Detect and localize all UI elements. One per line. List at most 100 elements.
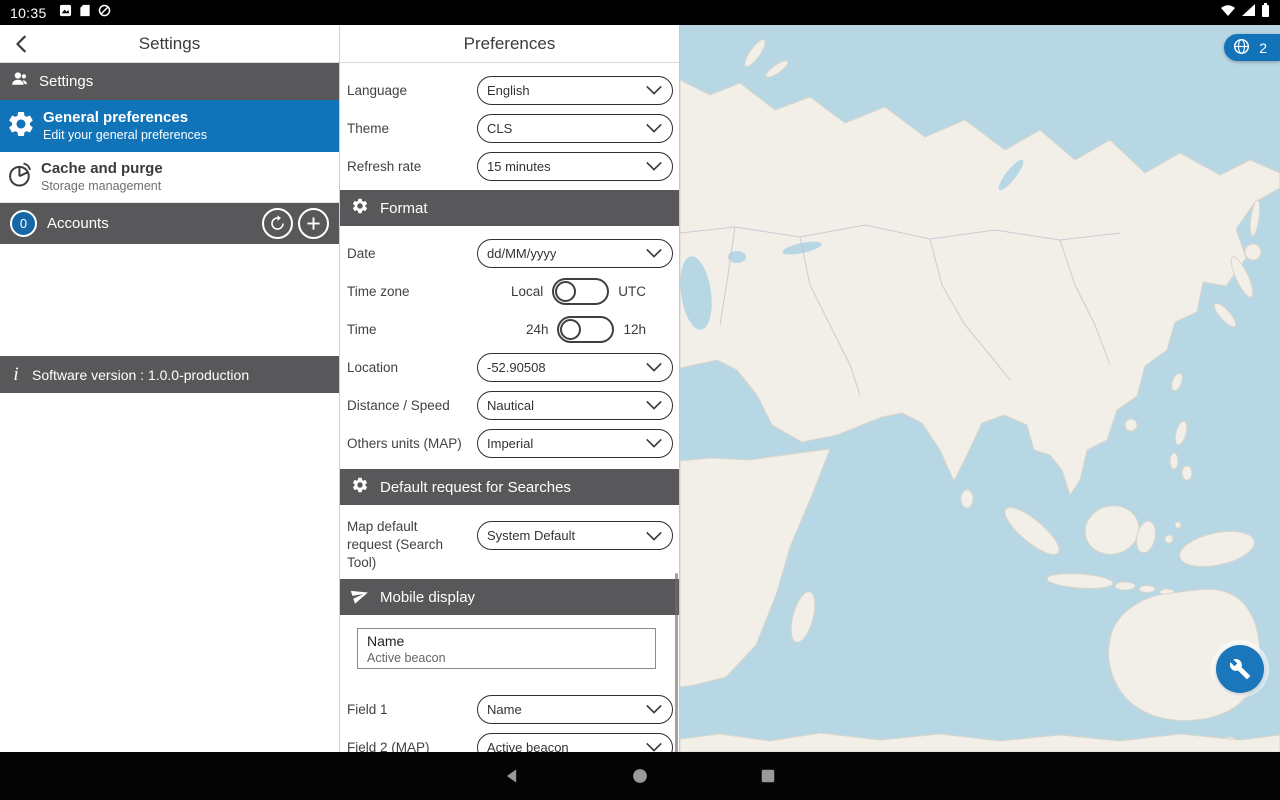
wrench-icon [1229, 658, 1251, 680]
chevron-down-icon [645, 361, 663, 373]
theme-label: Theme [347, 121, 393, 136]
mobile-display-section-bar: Mobile display [340, 579, 679, 615]
refresh-rate-label: Refresh rate [347, 159, 425, 174]
plus-icon [306, 216, 321, 231]
pref-row-theme: Theme CLS [347, 109, 673, 147]
settings-panel-spacer [0, 244, 339, 356]
location-format-select[interactable]: -52.90508 [477, 353, 673, 382]
distance-speed-label: Distance / Speed [347, 398, 454, 413]
time-zone-right-option: UTC [618, 284, 646, 299]
chevron-down-icon [645, 122, 663, 134]
menu-item-subtitle: Edit your general preferences [43, 128, 207, 143]
toggle-knob [560, 319, 581, 340]
map-panel[interactable]: 2 [680, 25, 1280, 752]
send-icon [351, 586, 369, 608]
pie-chart-icon [6, 161, 34, 194]
map-tools-fab[interactable] [1216, 645, 1264, 693]
chevron-down-icon [645, 741, 663, 752]
preferences-title: Preferences [464, 34, 556, 54]
menu-item-subtitle: Storage management [41, 179, 163, 194]
preferences-panel: Preferences Language English Theme CLS R… [340, 25, 680, 752]
time-label: Time [347, 322, 381, 337]
pref-row-time: Time 24h 12h [347, 310, 673, 348]
gear-icon [351, 476, 369, 498]
date-label: Date [347, 246, 380, 261]
nav-home-icon [630, 766, 650, 786]
back-arrow-icon [11, 33, 33, 55]
pref-row-date: Date dd/MM/yyyy [347, 234, 673, 272]
accounts-label: Accounts [47, 215, 109, 232]
nav-home-button[interactable] [628, 764, 652, 788]
chevron-down-icon [645, 247, 663, 259]
menu-item-title: Cache and purge [41, 160, 163, 179]
time-zone-toggle[interactable] [552, 278, 609, 305]
globe-icon [1233, 38, 1250, 58]
nav-back-button[interactable] [500, 764, 524, 788]
menu-item-general-preferences[interactable]: General preferences Edit your general pr… [0, 100, 339, 152]
date-format-select[interactable]: dd/MM/yyyy [477, 239, 673, 268]
mobile-display-section-label: Mobile display [380, 589, 475, 606]
others-units-label: Others units (MAP) [347, 436, 466, 451]
theme-select[interactable]: CLS [477, 114, 673, 143]
preview-subtitle: Active beacon [367, 651, 646, 665]
field1-label: Field 1 [347, 702, 392, 717]
scrollbar-thumb[interactable] [675, 573, 678, 752]
chevron-down-icon [645, 530, 663, 542]
pref-row-others-units: Others units (MAP) Imperial [347, 424, 673, 462]
settings-panel: Settings Settings General preferences Ed… [0, 25, 340, 752]
accounts-bar: 0 Accounts [0, 203, 339, 244]
refresh-accounts-button[interactable] [262, 208, 293, 239]
world-map[interactable] [680, 25, 1280, 752]
contacts-icon [10, 70, 29, 93]
software-version-bar: i Software version : 1.0.0-production [0, 356, 339, 393]
nav-back-icon [502, 766, 522, 786]
others-units-select[interactable]: Imperial [477, 429, 673, 458]
menu-item-cache-and-purge[interactable]: Cache and purge Storage management [0, 152, 339, 203]
status-time: 10:35 [10, 5, 47, 21]
time-format-toggle[interactable] [557, 316, 614, 343]
distance-speed-select[interactable]: Nautical [477, 391, 673, 420]
refresh-rate-select[interactable]: 15 minutes [477, 152, 673, 181]
time-zone-label: Time zone [347, 284, 414, 299]
time-zone-left-option: Local [511, 284, 543, 299]
default-request-section-bar: Default request for Searches [340, 469, 679, 505]
status-bar: 10:35 [0, 0, 1280, 25]
nav-recents-button[interactable] [756, 764, 780, 788]
settings-panel-title: Settings [139, 34, 200, 54]
language-label: Language [347, 83, 411, 98]
software-version-text: Software version : 1.0.0-production [32, 367, 249, 383]
info-icon: i [10, 364, 22, 386]
pref-row-map-default-request: Map default request (Search Tool) System… [347, 513, 673, 577]
pref-row-field1: Field 1 Name [347, 690, 673, 728]
beacon-preview-box: Name Active beacon [357, 628, 656, 669]
field1-select[interactable]: Name [477, 695, 673, 724]
pref-row-field2: Field 2 (MAP) Active beacon [347, 728, 673, 752]
pref-row-time-zone: Time zone Local UTC [347, 272, 673, 310]
accounts-count-badge: 0 [10, 210, 37, 237]
data-saver-icon [98, 4, 111, 22]
sd-card-icon [79, 4, 91, 22]
language-select[interactable]: English [477, 76, 673, 105]
preview-title: Name [367, 632, 646, 651]
format-section-bar: Format [340, 190, 679, 226]
app-screen: 10:35 Settings Settings General prefe [0, 0, 1280, 800]
map-default-request-label: Map default request (Search Tool) [347, 513, 457, 573]
menu-item-title: General preferences [43, 109, 207, 128]
back-button[interactable] [8, 30, 36, 58]
refresh-icon [269, 215, 286, 232]
map-layers-badge[interactable]: 2 [1224, 34, 1280, 61]
wifi-icon [1220, 3, 1236, 22]
toggle-knob [555, 281, 576, 302]
pref-row-language: Language English [347, 71, 673, 109]
chevron-down-icon [645, 437, 663, 449]
map-default-request-select[interactable]: System Default [477, 521, 673, 550]
screenshot-icon [59, 4, 72, 22]
battery-icon [1261, 3, 1270, 23]
field2-select[interactable]: Active beacon [477, 733, 673, 753]
add-account-button[interactable] [298, 208, 329, 239]
map-layers-count: 2 [1259, 40, 1267, 56]
pref-row-distance-speed: Distance / Speed Nautical [347, 386, 673, 424]
signal-icon [1241, 3, 1256, 22]
time-right-option: 12h [623, 322, 646, 337]
chevron-down-icon [645, 84, 663, 96]
